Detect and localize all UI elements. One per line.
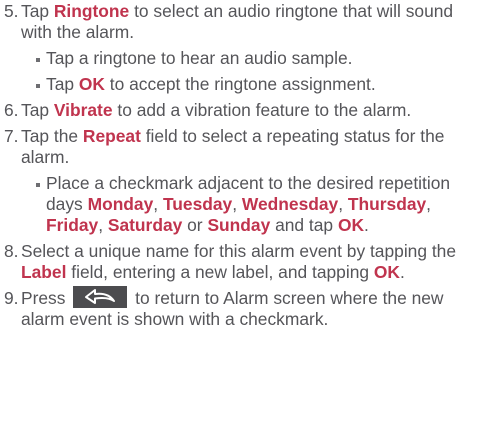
step-number: 9. [4, 288, 19, 308]
step-number: 8. [4, 241, 19, 261]
step-number: 7. [4, 126, 19, 146]
keyword-monday: Monday [87, 194, 154, 214]
sub-bullet: Tap a ringtone to hear an audio sample. [21, 48, 485, 69]
bullet-icon [36, 58, 40, 62]
keyword-label: Label [21, 262, 67, 282]
keyword-saturday: Saturday [107, 215, 183, 235]
step-text: Tap the Repeat field to select a repeati… [21, 126, 445, 167]
step-9: 9. Press to return to Alarm screen where… [0, 285, 485, 330]
step-number: 6. [4, 100, 19, 120]
step-8: 8. Select a unique name for this alarm e… [0, 241, 485, 283]
bullet-icon [36, 84, 40, 88]
sub-bullet: Tap OK to accept the ringtone assignment… [21, 74, 485, 95]
keyword-repeat: Repeat [82, 126, 141, 146]
keyword-sunday: Sunday [207, 215, 271, 235]
step-6: 6. Tap Vibrate to add a vibration featur… [0, 100, 485, 121]
sub-bullet: Place a checkmark adjacent to the desire… [21, 173, 485, 236]
keyword-thursday: Thursday [347, 194, 427, 214]
keyword-ringtone: Ringtone [53, 1, 130, 21]
step-text: Press to return to Alarm screen where th… [21, 285, 443, 329]
bullet-icon [36, 183, 40, 187]
keyword-tuesday: Tuesday [162, 194, 233, 214]
keyword-ok: OK [337, 215, 365, 235]
keyword-ok: OK [373, 262, 400, 282]
step-5: 5. Tap Ringtone to select an audio ringt… [0, 1, 485, 95]
keyword-wednesday: Wednesday [241, 194, 339, 214]
step-number: 5. [4, 1, 19, 21]
step-text: Select a unique name for this alarm even… [21, 241, 457, 282]
keyword-vibrate: Vibrate [53, 100, 113, 120]
keyword-friday: Friday [46, 215, 99, 235]
keyword-ok: OK [78, 74, 105, 94]
manual-page: 5. Tap Ringtone to select an audio ringt… [0, 0, 485, 424]
step-text: Tap Vibrate to add a vibration feature t… [21, 100, 412, 120]
step-text: Tap Ringtone to select an audio ringtone… [21, 1, 454, 42]
back-icon [73, 285, 128, 308]
step-7: 7. Tap the Repeat field to select a repe… [0, 126, 485, 236]
